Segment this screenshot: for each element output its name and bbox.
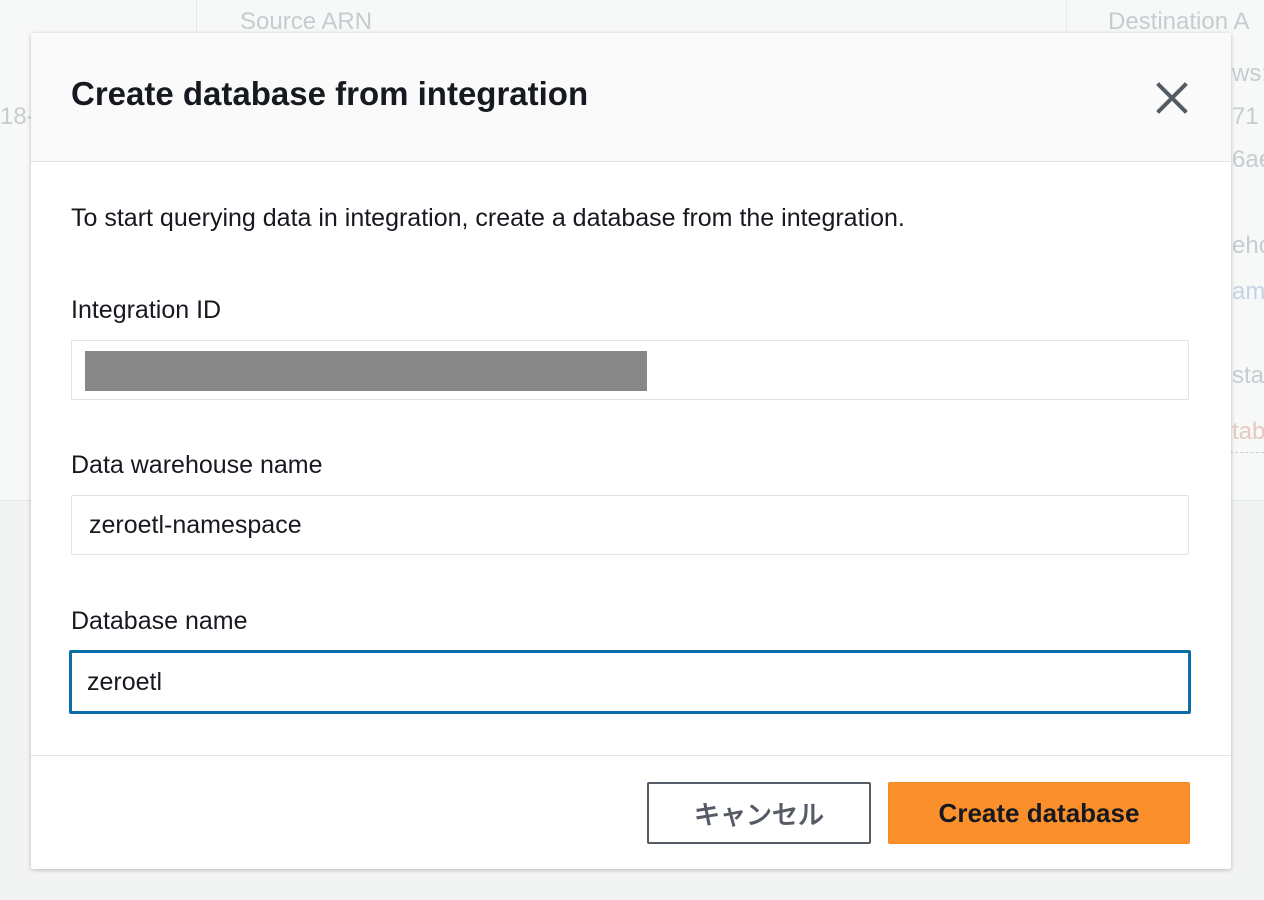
data-warehouse-name-input[interactable] <box>71 495 1189 555</box>
background-fragment: ame <box>1232 278 1264 305</box>
integration-id-label: Integration ID <box>71 296 222 324</box>
create-database-modal: Create database from integration To star… <box>31 33 1231 869</box>
background-fragment: 71 <box>1232 103 1259 130</box>
background-column-header: Source ARN <box>240 8 373 35</box>
modal-title: Create database from integration <box>71 75 589 112</box>
background-fragment: eho <box>1232 232 1264 259</box>
background-fragment: tab <box>1232 418 1264 445</box>
data-warehouse-name-label: Data warehouse name <box>71 451 323 479</box>
background-dashed-underline <box>1230 452 1264 453</box>
background-fragment: sta <box>1232 362 1264 389</box>
background-fragment: ws: <box>1232 60 1264 87</box>
close-icon <box>1156 82 1188 114</box>
modal-description: To start querying data in integration, c… <box>71 204 905 232</box>
modal-header: Create database from integration <box>31 33 1231 162</box>
cancel-button[interactable]: キャンセル <box>647 782 871 844</box>
database-name-label: Database name <box>71 607 248 635</box>
close-button[interactable] <box>1155 81 1189 115</box>
background-column-header: Destination A <box>1108 8 1250 35</box>
background-fragment: 6ae <box>1232 146 1264 173</box>
create-database-button[interactable]: Create database <box>888 782 1190 844</box>
background-fragment: 18- <box>0 103 35 130</box>
database-name-input[interactable] <box>69 650 1191 714</box>
footer-divider <box>31 755 1231 756</box>
redacted-value <box>85 351 647 391</box>
